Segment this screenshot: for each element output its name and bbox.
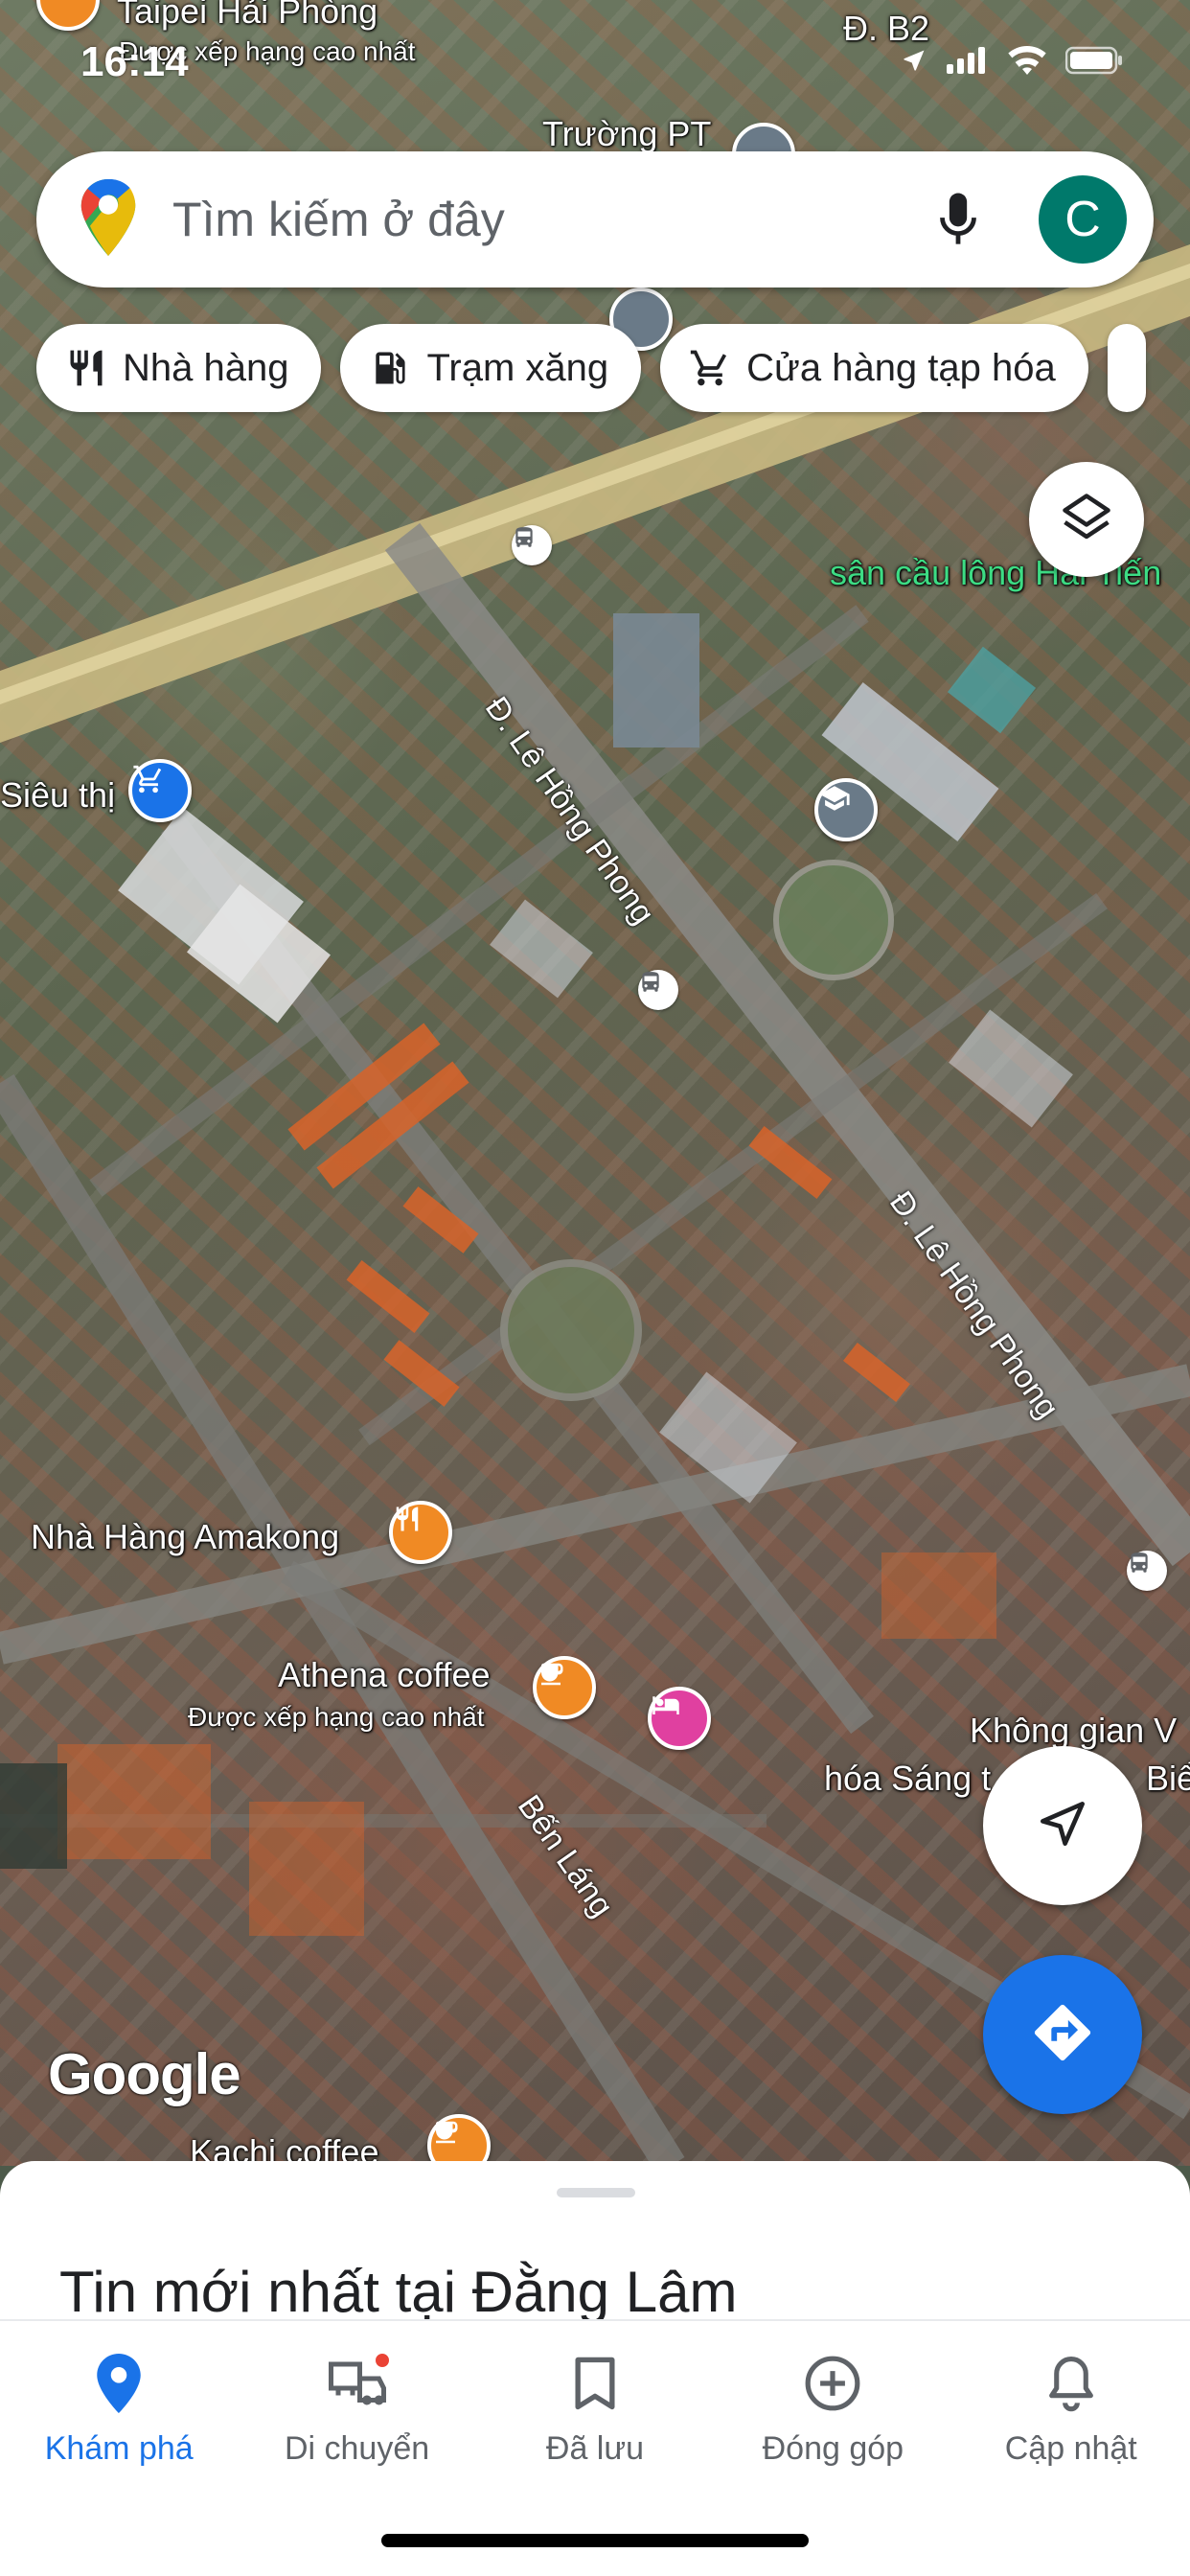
directions-icon — [1029, 1999, 1096, 2071]
chip-groceries[interactable]: Cửa hàng tạp hóa — [660, 324, 1088, 412]
add-circle-icon — [799, 2350, 866, 2417]
chip-more[interactable] — [1107, 324, 1146, 412]
home-indicator[interactable] — [381, 2534, 809, 2547]
status-icons — [901, 45, 1123, 80]
map-label-athena-rating: Được xếp hạng cao nhất — [188, 1702, 485, 1732]
search-input[interactable]: Tìm kiếm ở đây — [172, 192, 920, 247]
bus-stop-icon[interactable] — [638, 970, 678, 1010]
my-location-button[interactable] — [983, 1746, 1142, 1905]
signal-icon — [947, 46, 989, 79]
location-arrow-icon — [901, 47, 927, 79]
map-label-space-1[interactable]: Không gian V — [970, 1714, 1177, 1748]
chip-label: Trạm xăng — [426, 346, 609, 389]
search-bar[interactable]: Tìm kiếm ở đây C — [36, 151, 1154, 288]
battery-icon — [1064, 46, 1123, 80]
google-logo: Google — [48, 2042, 241, 2106]
microphone-icon[interactable] — [920, 181, 996, 258]
layers-button[interactable] — [1029, 462, 1144, 577]
explore-pin-icon — [85, 2350, 152, 2417]
nav-label: Đóng góp — [762, 2430, 904, 2467]
gas-station-icon — [369, 347, 411, 389]
map-label-space-2[interactable]: hóa Sáng t — [824, 1761, 991, 1796]
wifi-icon — [1008, 45, 1046, 80]
category-chips: Nhà hàng Trạm xăng Cửa hàng tạp hóa — [36, 324, 1146, 412]
bus-stop-icon[interactable] — [1127, 1551, 1167, 1591]
chip-gas-stations[interactable]: Trạm xăng — [340, 324, 642, 412]
restaurant-icon — [65, 347, 107, 389]
coffee-pin-icon-athena[interactable] — [533, 1656, 596, 1719]
map-label-truong-pt[interactable]: Trường PT — [542, 117, 711, 151]
bookmark-icon — [561, 2350, 629, 2417]
map-label-athena[interactable]: Athena coffee — [278, 1658, 491, 1692]
sheet-title: Tin mới nhất tại Đằng Lâm — [59, 2260, 738, 2324]
graduation-cap-pin-icon[interactable] — [814, 778, 878, 841]
nav-label: Cập nhật — [1004, 2430, 1137, 2467]
nav-item-explore[interactable]: Khám phá — [9, 2350, 229, 2576]
commute-icon — [324, 2350, 391, 2417]
shopping-cart-pin-icon[interactable] — [128, 759, 192, 822]
nav-item-updates[interactable]: Cập nhật — [961, 2350, 1181, 2576]
maps-pin-logo-icon — [80, 178, 136, 261]
layers-icon — [1058, 489, 1115, 551]
chip-restaurants[interactable]: Nhà hàng — [36, 324, 322, 412]
bus-stop-icon[interactable] — [512, 525, 552, 565]
notification-dot — [373, 2352, 391, 2369]
restaurant-pin-icon-amakong[interactable] — [389, 1501, 452, 1564]
chip-label: Cửa hàng tạp hóa — [746, 346, 1056, 389]
cart-icon — [689, 347, 731, 389]
status-bar: 16:14 — [0, 0, 1190, 96]
account-avatar[interactable]: C — [1039, 175, 1127, 264]
nav-label: Di chuyển — [284, 2430, 430, 2467]
nav-label: Đã lưu — [545, 2430, 645, 2467]
map-label-supermarket[interactable]: Siêu thị — [0, 778, 115, 813]
status-time: 16:14 — [80, 38, 189, 85]
map-label-space-3: Biể — [1146, 1759, 1190, 1798]
chip-label: Nhà hàng — [123, 346, 289, 389]
hotel-pin-icon[interactable] — [648, 1687, 711, 1750]
map-label-amakong[interactable]: Nhà Hàng Amakong — [31, 1520, 339, 1554]
nav-label: Khám phá — [44, 2430, 194, 2467]
bell-icon — [1038, 2350, 1105, 2417]
navigation-arrow-icon — [1033, 1794, 1092, 1858]
sheet-drag-handle[interactable] — [557, 2188, 635, 2197]
directions-button[interactable] — [983, 1955, 1142, 2114]
